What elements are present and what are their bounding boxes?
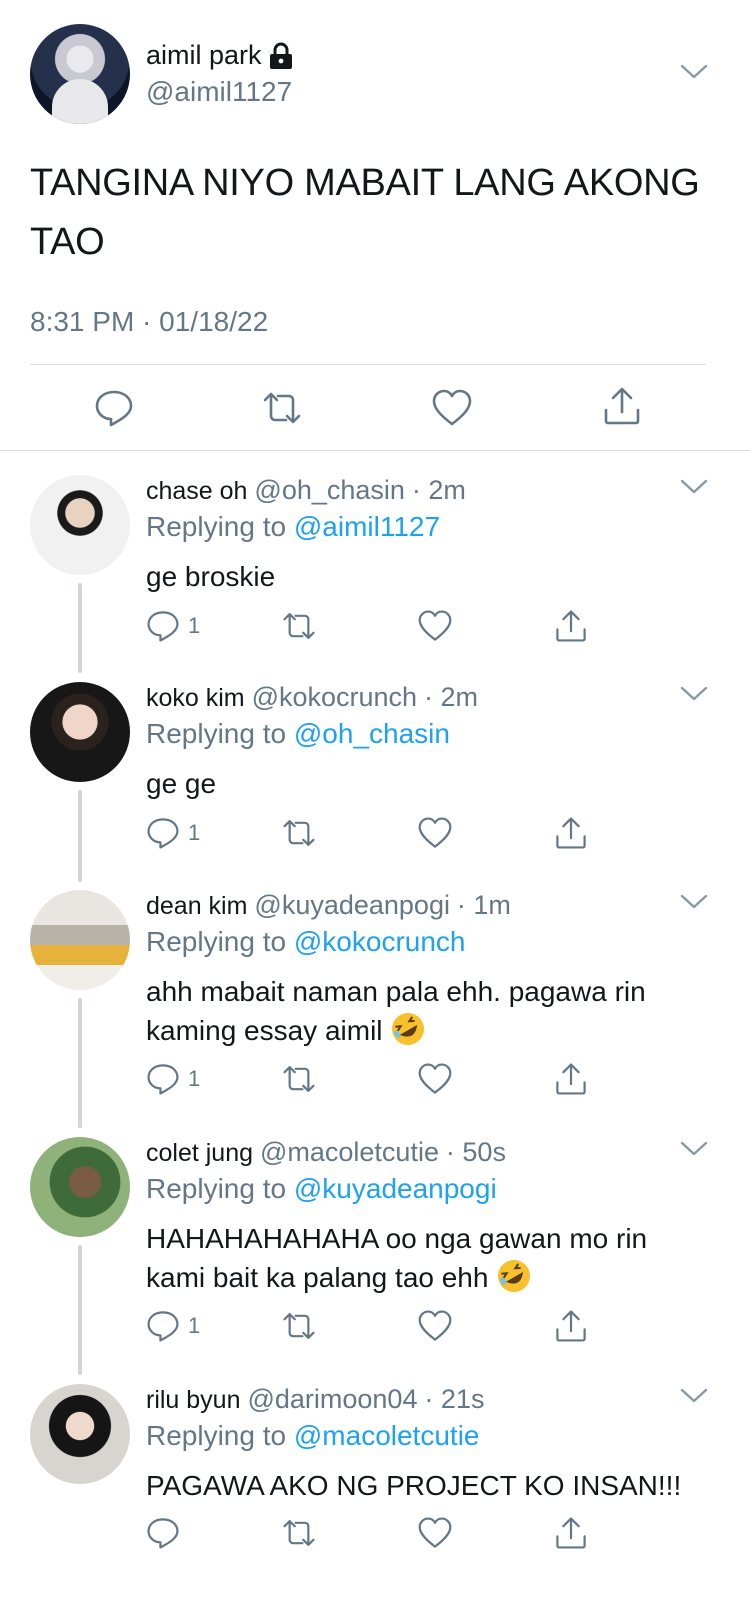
reply-tweet[interactable]: koko kim @kokocrunch · 2m Replying to @o… bbox=[0, 682, 750, 882]
reply-author-handle[interactable]: @macoletcutie bbox=[260, 1137, 439, 1167]
reply-actions: 1 bbox=[146, 609, 606, 643]
replying-to: Replying to @kokocrunch bbox=[146, 926, 465, 958]
replying-to-label: Replying to bbox=[146, 1420, 287, 1451]
reply-author-name[interactable]: colet jung bbox=[146, 1139, 253, 1167]
share-icon[interactable] bbox=[554, 609, 588, 643]
divider bbox=[0, 450, 750, 451]
chevron-down-icon[interactable] bbox=[680, 686, 708, 702]
mention-link[interactable]: @kuyadeanpogi bbox=[294, 1173, 497, 1204]
replying-to: Replying to @macoletcutie bbox=[146, 1420, 479, 1452]
rolling-on-floor-laughing-icon bbox=[392, 1013, 425, 1045]
reply-actions: 1 bbox=[146, 816, 606, 850]
reply-actions bbox=[146, 1516, 606, 1550]
reply-count: 1 bbox=[188, 1066, 201, 1091]
replying-to: Replying to @aimil1127 bbox=[146, 511, 440, 543]
thread-line bbox=[78, 790, 82, 882]
tweet-text: TANGINA NIYO MABAIT LANG AKONG TAO bbox=[30, 162, 700, 263]
rolling-on-floor-laughing-icon bbox=[498, 1260, 531, 1292]
reply-time[interactable]: · 2m bbox=[424, 682, 478, 712]
reply-icon[interactable] bbox=[146, 609, 180, 643]
like-icon[interactable] bbox=[432, 388, 472, 428]
retweet-icon[interactable] bbox=[262, 388, 302, 428]
reply-time[interactable]: · 2m bbox=[412, 475, 466, 505]
reply-time[interactable]: · 21s bbox=[424, 1384, 484, 1414]
reply-icon[interactable] bbox=[146, 1309, 180, 1343]
share-icon[interactable] bbox=[554, 1309, 588, 1343]
chevron-down-icon[interactable] bbox=[680, 894, 708, 910]
reply-icon[interactable] bbox=[146, 1062, 180, 1096]
replying-to-label: Replying to bbox=[146, 926, 287, 957]
replying-to-label: Replying to bbox=[146, 511, 287, 542]
share-icon[interactable] bbox=[554, 816, 588, 850]
author-avatar[interactable] bbox=[30, 24, 130, 124]
avatar[interactable] bbox=[30, 1384, 130, 1484]
like-icon[interactable] bbox=[418, 1309, 452, 1343]
reply-author-handle[interactable]: @kuyadeanpogi bbox=[254, 890, 450, 920]
chevron-down-icon[interactable] bbox=[680, 1141, 708, 1157]
mention-link[interactable]: @oh_chasin bbox=[294, 718, 450, 749]
replying-to-label: Replying to bbox=[146, 1173, 287, 1204]
retweet-icon[interactable] bbox=[282, 1062, 316, 1096]
reply-author-name[interactable]: koko kim bbox=[146, 684, 245, 712]
reply-icon[interactable] bbox=[146, 816, 180, 850]
reply-tweet[interactable]: chase oh @oh_chasin · 2m Replying to @ai… bbox=[0, 475, 750, 675]
reply-count: 1 bbox=[188, 1313, 201, 1338]
reply-author-name[interactable]: dean kim bbox=[146, 892, 247, 920]
thread-line bbox=[78, 583, 82, 673]
reply-author-handle[interactable]: @oh_chasin bbox=[254, 475, 405, 505]
reply-time[interactable]: · 1m bbox=[457, 890, 511, 920]
reply-author-name[interactable]: rilu byun bbox=[146, 1386, 241, 1414]
retweet-icon[interactable] bbox=[282, 1516, 316, 1550]
reply-actions: 1 bbox=[146, 1309, 606, 1343]
reply-author-handle[interactable]: @kokocrunch bbox=[252, 682, 417, 712]
replying-to: Replying to @oh_chasin bbox=[146, 718, 450, 750]
retweet-icon[interactable] bbox=[282, 816, 316, 850]
avatar[interactable] bbox=[30, 890, 130, 990]
share-icon[interactable] bbox=[554, 1062, 588, 1096]
divider bbox=[30, 364, 706, 365]
thread-line bbox=[78, 1245, 82, 1375]
share-icon[interactable] bbox=[602, 386, 642, 426]
author-name[interactable]: aimil park bbox=[146, 40, 262, 71]
avatar[interactable] bbox=[30, 1137, 130, 1237]
reply-text: HAHAHAHAHAHA oo nga gawan mo rin kami ba… bbox=[146, 1223, 648, 1293]
reply-count: 1 bbox=[188, 613, 201, 638]
chevron-down-icon[interactable] bbox=[680, 1388, 708, 1404]
mention-link[interactable]: @aimil1127 bbox=[294, 511, 440, 542]
reply-tweet[interactable]: rilu byun @darimoon04 · 21s Replying to … bbox=[0, 1384, 750, 1594]
replying-to: Replying to @kuyadeanpogi bbox=[146, 1173, 497, 1205]
reply-text-block: ahh mabait naman pala ehh. pagawa rin ka… bbox=[146, 972, 706, 1050]
avatar[interactable] bbox=[30, 475, 130, 575]
like-icon[interactable] bbox=[418, 816, 452, 850]
avatar[interactable] bbox=[30, 682, 130, 782]
reply-author-handle[interactable]: @darimoon04 bbox=[247, 1384, 417, 1414]
reply-text-block: HAHAHAHAHAHA oo nga gawan mo rin kami ba… bbox=[146, 1219, 706, 1297]
chevron-down-icon[interactable] bbox=[680, 479, 708, 495]
reply-actions: 1 bbox=[146, 1062, 606, 1096]
mention-link[interactable]: @macoletcutie bbox=[294, 1420, 480, 1451]
retweet-icon[interactable] bbox=[282, 1309, 316, 1343]
reply-time[interactable]: · 50s bbox=[446, 1137, 506, 1167]
like-icon[interactable] bbox=[418, 609, 452, 643]
retweet-icon[interactable] bbox=[282, 609, 316, 643]
lock-icon bbox=[270, 42, 292, 69]
chevron-down-icon[interactable] bbox=[680, 64, 708, 80]
reply-author-name[interactable]: chase oh bbox=[146, 477, 247, 505]
reply-text: PAGAWA AKO NG PROJECT KO INSAN!!! bbox=[146, 1470, 682, 1501]
replying-to-label: Replying to bbox=[146, 718, 287, 749]
reply-tweet[interactable]: colet jung @macoletcutie · 50s Replying … bbox=[0, 1137, 750, 1377]
mention-link[interactable]: @kokocrunch bbox=[294, 926, 466, 957]
share-icon[interactable] bbox=[554, 1516, 588, 1550]
reply-text: ge broskie bbox=[146, 561, 276, 592]
reply-icon[interactable] bbox=[146, 1516, 180, 1550]
reply-count: 1 bbox=[188, 820, 201, 845]
thread-line bbox=[78, 998, 82, 1128]
like-icon[interactable] bbox=[418, 1062, 452, 1096]
reply-text: ge ge bbox=[146, 768, 217, 799]
author-handle[interactable]: @aimil1127 bbox=[146, 76, 292, 108]
reply-tweet[interactable]: dean kim @kuyadeanpogi · 1m Replying to … bbox=[0, 890, 750, 1130]
reply-icon[interactable] bbox=[94, 388, 134, 428]
tweet-timestamp[interactable]: 8:31 PM · 01/18/22 bbox=[30, 306, 268, 338]
like-icon[interactable] bbox=[418, 1516, 452, 1550]
